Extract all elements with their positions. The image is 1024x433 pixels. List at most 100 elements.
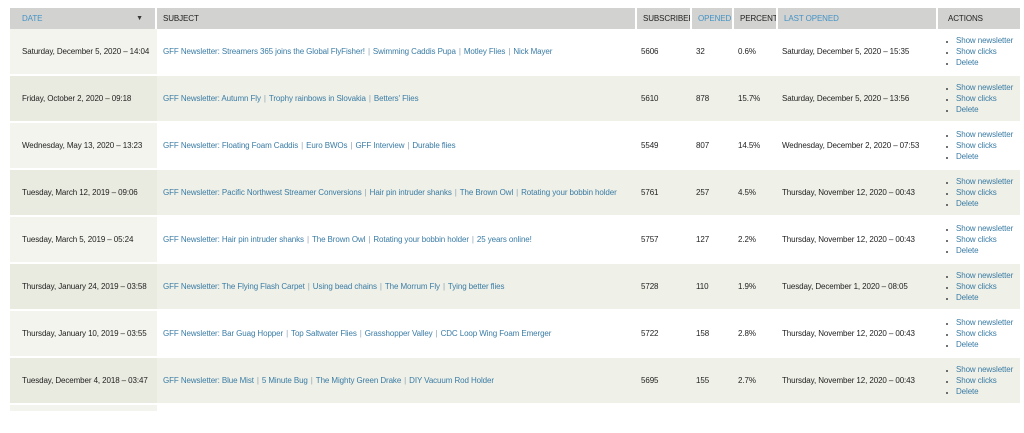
subject-link[interactable]: Rotating your bobbin holder [521,188,617,197]
actions-cell: Show newsletter Show clicks Delete [938,170,1020,215]
opened-cell: 257 [692,170,734,215]
subject-cell: GFF Newsletter: Floating Foam Caddis|Eur… [157,123,637,168]
action-item: Show clicks [956,328,1013,339]
action-link-show-clicks[interactable]: Show clicks [956,282,997,291]
action-item: Show clicks [956,234,1013,245]
subject-link[interactable]: Euro BWOs [306,141,347,150]
subject-link[interactable]: The Morrum Fly [385,282,440,291]
subject-link[interactable]: Using bead chains [313,282,377,291]
subject-link[interactable]: DIY Vacuum Rod Holder [409,376,494,385]
action-link-show-newsletter[interactable]: Show newsletter [956,130,1013,139]
actions-list: Show newsletter Show clicks Delete [942,364,1013,397]
action-item: Show newsletter [956,364,1013,375]
action-link-delete[interactable]: Delete [956,58,979,67]
subject-link[interactable]: GFF Newsletter: Streamers 365 joins the … [163,47,365,56]
subject-link[interactable]: The Brown Owl [460,188,513,197]
pipe-separator: | [452,188,460,197]
subject-link[interactable]: GFF Newsletter: Autumn Fly [163,94,261,103]
action-link-show-clicks[interactable]: Show clicks [956,188,997,197]
date-text: Friday, October 2, 2020 – 09:18 [22,94,131,103]
action-link-delete[interactable]: Delete [956,199,979,208]
date-text: Tuesday, December 4, 2018 – 03:47 [22,376,148,385]
action-link-delete[interactable]: Delete [956,340,979,349]
subscribers-count: 5757 [641,235,658,244]
subscribers-count: 5761 [641,188,658,197]
sort-desc-icon[interactable]: ▼ [136,8,143,29]
action-link-delete[interactable]: Delete [956,387,979,396]
subject-link[interactable]: Betters' Flies [374,94,419,103]
subscribers-count: 5728 [641,282,658,291]
subject-link[interactable]: Rotating your bobbin holder [373,235,469,244]
subject-link[interactable]: GFF Newsletter: Bar Guag Hopper [163,329,283,338]
subject-link[interactable]: GFF Newsletter: Blue Mist [163,376,254,385]
subscribers-cell: 5549 [637,123,692,168]
table-row: Saturday, December 5, 2020 – 14:04 GFF N… [10,29,1020,76]
action-link-show-clicks[interactable]: Show clicks [956,141,997,150]
pipe-separator: | [440,282,448,291]
subject-link[interactable]: Hair pin intruder shanks [370,188,452,197]
action-link-show-newsletter[interactable]: Show newsletter [956,224,1013,233]
opened-count: 155 [696,376,709,385]
action-link-delete[interactable]: Delete [956,293,979,302]
action-link-show-clicks[interactable]: Show clicks [956,235,997,244]
date-text: Tuesday, March 5, 2019 – 05:24 [22,235,133,244]
subject-link[interactable]: 25 years online! [477,235,532,244]
action-link-show-newsletter[interactable]: Show newsletter [956,83,1013,92]
actions-list: Show newsletter Show clicks Delete [942,223,1013,256]
opened-cell: 32 [692,29,734,74]
subject-link[interactable]: Tying better flies [448,282,504,291]
percent-cell: 15.7% [734,76,778,121]
last-opened-text: Thursday, November 12, 2020 – 00:43 [782,376,915,385]
subject-link[interactable]: The Brown Owl [312,235,365,244]
action-link-delete[interactable]: Delete [956,246,979,255]
actions-list: Show newsletter Show clicks Delete [942,129,1013,162]
subject-link[interactable]: Durable flies [412,141,455,150]
pipe-separator: | [298,141,306,150]
subject-link[interactable]: GFF Newsletter: Hair pin intruder shanks [163,235,304,244]
subject-link[interactable]: GFF Newsletter: The Flying Flash Carpet [163,282,305,291]
action-link-delete[interactable]: Delete [956,105,979,114]
action-link-show-clicks[interactable]: Show clicks [956,94,997,103]
subject-link[interactable]: GFF Newsletter: Pacific Northwest Stream… [163,188,362,197]
subject-link[interactable]: Motley Flies [464,47,505,56]
action-link-show-newsletter[interactable]: Show newsletter [956,365,1013,374]
subject-link[interactable]: The Mighty Green Drake [316,376,401,385]
subject-link[interactable]: Trophy rainbows in Slovakia [269,94,366,103]
pipe-separator: | [304,235,312,244]
action-link-show-clicks[interactable]: Show clicks [956,376,997,385]
subject-link[interactable]: Grasshopper Valley [365,329,433,338]
action-link-show-newsletter[interactable]: Show newsletter [956,318,1013,327]
subject-link[interactable]: 5 Minute Bug [262,376,308,385]
action-item: Show clicks [956,375,1013,386]
action-link-show-newsletter[interactable]: Show newsletter [956,36,1013,45]
subject-cell: GFF Newsletter: The Flying Flash Carpet |… [157,264,637,309]
action-link-show-newsletter[interactable]: Show newsletter [956,271,1013,280]
action-item: Show newsletter [956,82,1013,93]
subject-link[interactable]: GFF Interview [355,141,404,150]
sort-by-opened-link[interactable]: OPENED [698,14,731,23]
subject-link[interactable]: Nick Mayer [513,47,552,56]
sort-by-last-opened-link[interactable]: LAST OPENED [784,14,839,23]
action-item: Show clicks [956,281,1013,292]
subject-link[interactable]: Top Saltwater Flies [291,329,357,338]
sort-by-date-link[interactable]: DATE [22,14,42,23]
percent-value: 0.6% [738,47,756,56]
subject-link[interactable]: CDC Loop Wing Foam Emerger [441,329,552,338]
subject-link[interactable]: Swimming Caddis Pupa [373,47,456,56]
action-item: Delete [956,292,1013,303]
pipe-separator: | [469,235,477,244]
opened-count: 110 [696,282,708,291]
action-link-delete[interactable]: Delete [956,152,979,161]
action-link-show-newsletter[interactable]: Show newsletter [956,177,1013,186]
opened-cell: 158 [692,311,734,356]
table-row: Wednesday, May 13, 2020 – 13:23 GFF News… [10,123,1020,170]
percent-value: 2.8% [738,329,756,338]
subscribers-count: 5549 [641,141,658,150]
action-link-show-clicks[interactable]: Show clicks [956,47,997,56]
subscribers-count: 5606 [641,47,658,56]
action-item: Show newsletter [956,176,1013,187]
pipe-separator: | [377,282,385,291]
subject-link[interactable]: GFF Newsletter: Floating Foam Caddis [163,141,298,150]
action-link-show-clicks[interactable]: Show clicks [956,329,997,338]
date-cell: Tuesday, March 5, 2019 – 05:24 [10,217,157,262]
